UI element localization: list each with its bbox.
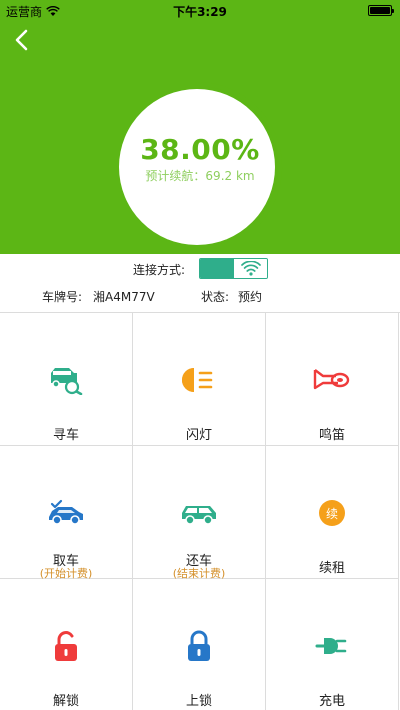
horn-icon (312, 363, 352, 397)
estimated-range: 预计续航：69.2 km (110, 167, 290, 184)
unlock-button[interactable]: 解锁 (0, 579, 133, 710)
vehicle-info: 车牌号: 湘A4M77V 状态: 预约 (0, 288, 400, 306)
status-time: 下午3:29 (173, 5, 227, 19)
unlock-label: 解锁 (52, 694, 79, 709)
connection-option-wifi[interactable] (234, 259, 267, 278)
plate-label: 车牌号: (42, 290, 83, 304)
find-car-label: 寻车 (52, 428, 79, 443)
return-car-icon (179, 496, 219, 530)
lock-icon (179, 629, 219, 663)
return-car-button[interactable]: 还车 (结束计费) (133, 446, 266, 580)
headlight-icon (179, 363, 219, 397)
status-value: 预约 (238, 290, 263, 304)
find-car-icon (46, 363, 86, 397)
charge-label: 充电 (318, 694, 345, 709)
range-label: 预计续航： (145, 169, 206, 183)
unlock-icon (46, 629, 86, 663)
charge-plug-icon (312, 629, 352, 663)
battery-icon (368, 5, 394, 16)
wifi-icon (240, 261, 261, 276)
connection-label: 连接方式: (133, 263, 186, 277)
status-label: 状态: (201, 290, 230, 304)
lock-label: 上锁 (185, 694, 212, 709)
renew-badge: 续 (319, 500, 345, 526)
connection-toggle[interactable] (199, 258, 268, 279)
renew-rental-button[interactable]: 续 续租 (266, 446, 399, 579)
chevron-left-icon (15, 29, 28, 51)
pickup-car-icon (46, 496, 86, 530)
back-button[interactable] (12, 28, 34, 52)
connection-option-left[interactable] (200, 259, 234, 278)
lock-button[interactable]: 上锁 (133, 579, 266, 710)
header: 运营商 下午3:29 38.00% 预计续航：69.2 km (0, 0, 400, 254)
flash-lights-button[interactable]: 闪灯 (133, 313, 266, 446)
battery-percent: 38.00% (140, 133, 260, 166)
flash-lights-label: 闪灯 (185, 428, 212, 443)
range-value: 69.2 km (205, 169, 255, 183)
pickup-car-button[interactable]: 取车 (开始计费) (0, 446, 133, 580)
plate-value: 湘A4M77V (93, 290, 155, 304)
renew-icon: 续 (312, 496, 352, 530)
honk-label: 鸣笛 (318, 428, 345, 443)
action-grid: 寻车 闪灯 鸣笛 取车 (开始计费) 还车 (结束计费) 续 续租 解锁 上锁 … (0, 312, 400, 710)
renew-rental-label: 续租 (318, 561, 345, 576)
honk-button[interactable]: 鸣笛 (266, 313, 399, 446)
status-bar: 运营商 下午3:29 (0, 0, 400, 20)
find-car-button[interactable]: 寻车 (0, 313, 133, 446)
charge-button[interactable]: 充电 (266, 579, 399, 710)
connection-row: 连接方式: (0, 258, 400, 280)
